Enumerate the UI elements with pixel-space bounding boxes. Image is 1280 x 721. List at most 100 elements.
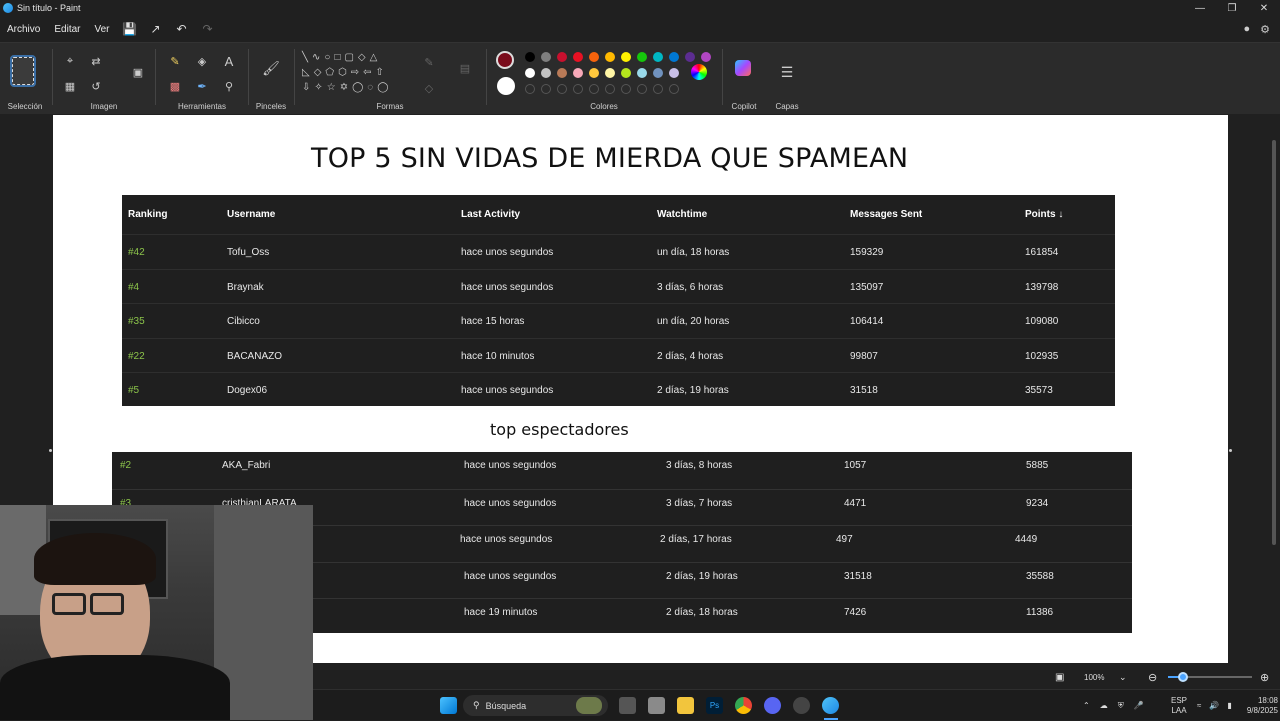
- palette-swatch[interactable]: [637, 52, 647, 62]
- palette-swatch[interactable]: [685, 52, 695, 62]
- palette-swatch[interactable]: [701, 52, 711, 62]
- custom-color-slot[interactable]: [525, 84, 535, 94]
- zoom-out-icon[interactable]: ⊖: [1148, 671, 1157, 684]
- image-select-icon[interactable]: ▣: [129, 63, 147, 81]
- palette-swatch[interactable]: [541, 68, 551, 78]
- custom-color-slot[interactable]: [621, 84, 631, 94]
- onedrive-icon[interactable]: ☁: [1100, 701, 1108, 710]
- brush-icon[interactable]: 🖌: [262, 59, 280, 77]
- copilot-icon[interactable]: [734, 59, 752, 77]
- palette-swatch[interactable]: [573, 68, 583, 78]
- shape-fill-icon[interactable]: ▤: [456, 59, 474, 77]
- crop-icon[interactable]: ⌖: [61, 52, 79, 70]
- wifi-icon[interactable]: ≈: [1197, 701, 1201, 710]
- taskbar: ⚲ Búsqueda Ps ⌃ ☁ ⛨ 🎤 ESP LAA ≈ 🔊 ▮ 18:0…: [313, 689, 1280, 720]
- color-picker-icon[interactable]: ✒: [193, 77, 211, 95]
- palette-swatch[interactable]: [621, 68, 631, 78]
- custom-color-slot[interactable]: [669, 84, 679, 94]
- palette-swatch[interactable]: [573, 52, 583, 62]
- custom-color-slot[interactable]: [589, 84, 599, 94]
- file-explorer-icon[interactable]: [677, 697, 694, 714]
- magnifier-icon[interactable]: ⚲: [220, 77, 238, 95]
- discord-icon[interactable]: [764, 697, 781, 714]
- zoom-level[interactable]: 100%: [1084, 673, 1104, 682]
- color-wheel-icon[interactable]: [690, 63, 708, 81]
- canvas-resize-handle-left[interactable]: [49, 449, 52, 452]
- palette-swatch[interactable]: [669, 52, 679, 62]
- custom-color-slot[interactable]: [637, 84, 647, 94]
- chrome-icon[interactable]: [735, 697, 752, 714]
- menu-editar[interactable]: Editar: [47, 18, 87, 40]
- close-icon[interactable]: ✕: [1248, 0, 1280, 16]
- app-icon-1[interactable]: [648, 697, 665, 714]
- account-icon[interactable]: ●: [1243, 23, 1250, 35]
- security-icon[interactable]: ⛨: [1118, 701, 1124, 711]
- maximize-icon[interactable]: ❐: [1216, 0, 1248, 16]
- fill-icon[interactable]: ◇: [420, 79, 438, 97]
- palette-swatch[interactable]: [653, 52, 663, 62]
- settings-gear-icon[interactable]: ⚙: [1260, 23, 1270, 36]
- outline-icon[interactable]: ✎: [420, 53, 438, 71]
- mic-icon[interactable]: 🎤: [1134, 701, 1144, 710]
- task-view-icon[interactable]: [619, 697, 636, 714]
- zoom-dropdown-chevron-icon[interactable]: ⌄: [1119, 672, 1127, 683]
- taskbar-search[interactable]: ⚲ Búsqueda: [463, 695, 608, 716]
- resize-icon[interactable]: ⇄: [87, 52, 105, 70]
- palette-swatch[interactable]: [605, 52, 615, 62]
- share-icon[interactable]: ↗: [143, 18, 169, 40]
- text-tool-icon[interactable]: A: [220, 52, 238, 70]
- paint-taskbar-icon[interactable]: [822, 697, 839, 714]
- palette-swatch[interactable]: [589, 68, 599, 78]
- palette-swatch[interactable]: [541, 52, 551, 62]
- palette-swatch[interactable]: [525, 52, 535, 62]
- menu-archivo[interactable]: Archivo: [0, 18, 47, 40]
- group-colores: Colores: [488, 43, 720, 115]
- ribbon-toolbar: Selección ⌖ ⇄ ▣ ▦ ↺ Imagen ✎ ◈ A ▩ ✒ ⚲ H…: [0, 42, 1280, 114]
- pencil-icon[interactable]: ✎: [166, 52, 184, 70]
- palette-swatch[interactable]: [525, 68, 535, 78]
- shapes-row3-icon[interactable]: ⇩✧☆✡◯◌◯: [302, 78, 412, 96]
- clock[interactable]: 18:08 9/8/2025: [1233, 690, 1278, 721]
- transparency-icon[interactable]: ▦: [61, 77, 79, 95]
- menu-ver[interactable]: Ver: [87, 18, 116, 40]
- start-windows-icon[interactable]: [440, 697, 457, 714]
- vertical-scrollbar[interactable]: [1272, 140, 1276, 545]
- custom-color-slot[interactable]: [573, 84, 583, 94]
- palette-swatch[interactable]: [557, 52, 567, 62]
- table-cell: hace unos segundos: [464, 497, 557, 509]
- photoshop-icon[interactable]: Ps: [706, 697, 723, 714]
- fill-bucket-icon[interactable]: ◈: [193, 52, 211, 70]
- redo-icon[interactable]: ↷: [195, 18, 221, 40]
- palette-swatch[interactable]: [653, 68, 663, 78]
- layers-icon[interactable]: ☰: [778, 63, 796, 81]
- palette-swatch[interactable]: [621, 52, 631, 62]
- language-indicator[interactable]: ESP LAA: [1171, 690, 1187, 721]
- custom-color-slot[interactable]: [653, 84, 663, 94]
- primary-color-swatch[interactable]: [496, 51, 514, 69]
- secondary-color-swatch[interactable]: [497, 77, 515, 95]
- palette-swatch[interactable]: [605, 68, 615, 78]
- battery-icon[interactable]: ▮: [1227, 701, 1231, 710]
- save-icon[interactable]: 💾: [117, 18, 143, 40]
- canvas-resize-handle-right[interactable]: [1229, 449, 1232, 452]
- custom-color-slot[interactable]: [605, 84, 615, 94]
- palette-swatch[interactable]: [557, 68, 567, 78]
- eraser-icon[interactable]: ▩: [166, 77, 184, 95]
- zoom-in-icon[interactable]: ⊕: [1260, 671, 1269, 684]
- group-label-seleccion: Selección: [7, 102, 43, 111]
- group-capas: ☰ Capas: [768, 43, 806, 115]
- custom-color-slot[interactable]: [557, 84, 567, 94]
- palette-swatch[interactable]: [669, 68, 679, 78]
- palette-swatch[interactable]: [589, 52, 599, 62]
- tray-chevron-up-icon[interactable]: ⌃: [1083, 701, 1090, 710]
- app-icon-2[interactable]: [793, 697, 810, 714]
- fit-to-window-icon[interactable]: ▣: [1055, 672, 1064, 683]
- volume-icon[interactable]: 🔊: [1209, 701, 1219, 710]
- zoom-slider[interactable]: [1168, 672, 1252, 682]
- custom-color-slot[interactable]: [541, 84, 551, 94]
- minimize-icon[interactable]: —: [1184, 0, 1216, 16]
- selection-tool-icon[interactable]: [10, 55, 36, 87]
- rotate-icon[interactable]: ↺: [87, 77, 105, 95]
- palette-swatch[interactable]: [637, 68, 647, 78]
- undo-icon[interactable]: ↶: [169, 18, 195, 40]
